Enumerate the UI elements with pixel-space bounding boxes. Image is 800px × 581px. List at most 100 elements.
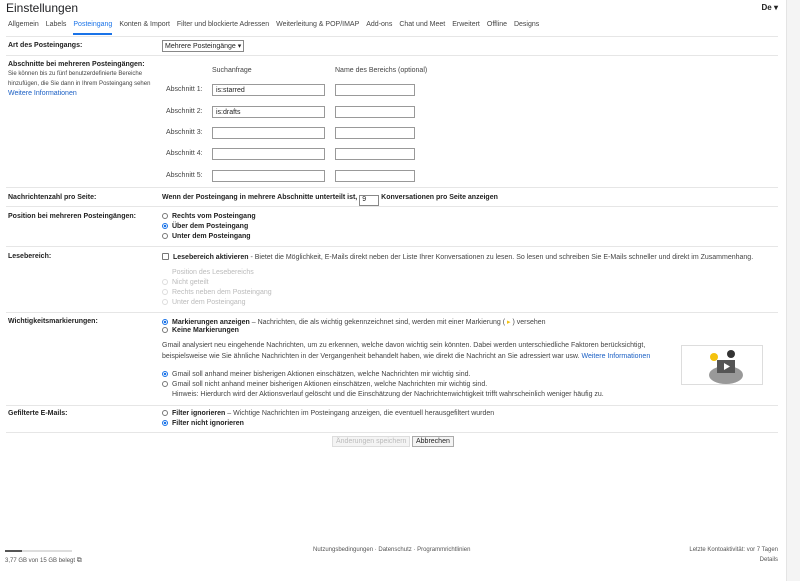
section-name-input[interactable]	[335, 170, 415, 182]
option-label: Filter ignorieren	[172, 410, 226, 417]
divider	[6, 432, 778, 433]
section-query-input[interactable]	[212, 148, 325, 160]
option-label: Gmail soll nicht anhand meiner bisherige…	[172, 381, 488, 388]
option-label: Filter nicht ignorieren	[172, 420, 244, 427]
option-label: Gmail soll anhand meiner bisherigen Akti…	[172, 371, 471, 378]
option-desc: ) versehen	[512, 319, 546, 326]
account-menu[interactable]: De ▾	[762, 3, 778, 12]
option-label: Nicht geteilt	[172, 279, 209, 286]
radio-icon[interactable]	[162, 371, 168, 377]
external-link-icon[interactable]: ⧉	[77, 557, 82, 564]
section-name-input[interactable]	[335, 127, 415, 139]
section-row-label: Abschnitt 1:	[166, 86, 203, 93]
option-label: Unter dem Posteingang	[172, 233, 251, 240]
radio-icon[interactable]	[162, 381, 168, 387]
tab-designs[interactable]: Designs	[514, 21, 539, 35]
importance-hint: Hinweis: Hierdurch wird der Aktionsverla…	[172, 391, 604, 398]
scrollbar[interactable]	[786, 0, 800, 581]
section-row-label: Abschnitt 4:	[166, 150, 203, 157]
settings-tabs: Allgemein Labels Posteingang Konten & Im…	[8, 21, 539, 35]
tab-chat[interactable]: Chat und Meet	[399, 21, 445, 35]
tab-allgemein[interactable]: Allgemein	[8, 21, 39, 35]
section-name-input[interactable]	[335, 84, 415, 96]
save-button[interactable]: Änderungen speichern	[332, 436, 411, 447]
radio-icon[interactable]	[162, 279, 168, 285]
reading-desc: - Bietet die Möglichkeit, E-Mails direkt…	[248, 254, 754, 261]
option-label: Unter dem Posteingang	[172, 299, 246, 306]
importance-learn-option[interactable]: Gmail soll anhand meiner bisherigen Akti…	[162, 371, 470, 378]
radio-icon[interactable]	[162, 327, 168, 333]
option-label: Keine Markierungen	[172, 327, 239, 334]
sections-desc: hinzufügen, die Sie dann in Ihrem Postei…	[8, 81, 151, 87]
page-size-row: Wenn der Posteingang in mehrere Abschnit…	[162, 194, 498, 206]
option-label: Markierungen anzeigen	[172, 319, 250, 326]
radio-icon[interactable]	[162, 289, 168, 295]
section-name-input[interactable]	[335, 106, 415, 118]
filtered-option-ignore[interactable]: Filter ignorieren – Wichtige Nachrichten…	[162, 410, 494, 417]
radio-icon[interactable]	[162, 319, 168, 325]
section-row-label: Abschnitt 3:	[166, 129, 203, 136]
tab-addons[interactable]: Add-ons	[366, 21, 392, 35]
position-option[interactable]: Unter dem Posteingang	[162, 233, 251, 240]
position-option[interactable]: Rechts vom Posteingang	[162, 213, 256, 220]
option-label: Über dem Posteingang	[172, 223, 249, 230]
checkbox-icon[interactable]	[162, 253, 169, 260]
importance-option-none[interactable]: Keine Markierungen	[162, 327, 239, 334]
section-query-input[interactable]: is:drafts	[212, 106, 325, 118]
importance-para: beispielsweise wie Sie ähnliche Nachrich…	[162, 353, 650, 360]
more-info-link[interactable]: Weitere Informationen	[581, 353, 650, 360]
reading-position-heading: Position des Lesebereichs	[172, 269, 254, 276]
radio-icon[interactable]	[162, 420, 168, 426]
importance-option-show[interactable]: Markierungen anzeigen – Nachrichten, die…	[162, 318, 546, 326]
tab-labels[interactable]: Labels	[46, 21, 67, 35]
footer-links[interactable]: Nutzungsbedingungen · Datenschutz · Prog…	[313, 547, 470, 553]
section-query-input[interactable]	[212, 127, 325, 139]
tab-konten[interactable]: Konten & Import	[119, 21, 170, 35]
position-label: Position bei mehreren Posteingängen:	[8, 213, 136, 220]
page-title: Einstellungen	[6, 1, 79, 15]
importance-nolearn-option[interactable]: Gmail soll nicht anhand meiner bisherige…	[162, 381, 487, 388]
section-row-label: Abschnitt 5:	[166, 172, 203, 179]
inbox-type-label: Art des Posteingangs:	[8, 42, 83, 49]
tab-offline[interactable]: Offline	[487, 21, 507, 35]
option-desc: – Wichtige Nachrichten im Posteingang an…	[225, 410, 495, 417]
storage-text: 3,77 GB von 15 GB belegt	[5, 558, 76, 564]
radio-icon[interactable]	[162, 223, 168, 229]
tab-posteingang[interactable]: Posteingang	[73, 21, 113, 35]
radio-icon[interactable]	[162, 213, 168, 219]
divider	[6, 36, 778, 37]
tab-weiterleitung[interactable]: Weiterleitung & POP/IMAP	[276, 21, 359, 35]
more-info-link[interactable]: Weitere Informationen	[8, 90, 77, 97]
details-link[interactable]: Details	[760, 557, 778, 563]
section-query-input[interactable]: is:starred	[212, 84, 325, 96]
option-desc: – Nachrichten, die als wichtig gekennzei…	[249, 319, 506, 326]
inbox-type-select[interactable]: Mehrere Posteingänge ▾	[162, 40, 245, 52]
sections-desc: Sie können bis zu fünf benutzerdefiniert…	[8, 71, 143, 77]
option-label: Rechts neben dem Posteingang	[172, 289, 272, 296]
radio-icon[interactable]	[162, 299, 168, 305]
tab-filter[interactable]: Filter und blockierte Adressen	[177, 21, 269, 35]
reading-option[interactable]: Nicht geteilt	[162, 279, 209, 286]
divider	[6, 187, 778, 188]
query-header: Suchanfrage	[212, 67, 252, 74]
tab-erweitert[interactable]: Erweitert	[452, 21, 480, 35]
section-name-input[interactable]	[335, 148, 415, 160]
play-video-icon	[709, 350, 743, 384]
radio-icon[interactable]	[162, 410, 168, 416]
page-size-input[interactable]: 9	[359, 195, 380, 206]
filtered-option-keep[interactable]: Filter nicht ignorieren	[162, 420, 244, 427]
name-header: Name des Bereichs (optional)	[335, 67, 428, 74]
reading-option[interactable]: Rechts neben dem Posteingang	[162, 289, 272, 296]
last-activity: Letzte Kontoaktivität: vor 7 Tagen	[689, 547, 778, 553]
section-query-input[interactable]	[212, 170, 325, 182]
section-row-label: Abschnitt 2:	[166, 108, 203, 115]
divider	[6, 312, 778, 313]
video-thumbnail[interactable]	[681, 345, 763, 385]
radio-icon[interactable]	[162, 233, 168, 239]
storage-bar-fill	[5, 550, 22, 552]
cancel-button[interactable]: Abbrechen	[412, 436, 454, 447]
reading-checkbox-row[interactable]: Lesebereich aktivieren - Bietet die Mögl…	[162, 253, 753, 261]
divider	[6, 246, 778, 247]
reading-option[interactable]: Unter dem Posteingang	[162, 299, 246, 306]
position-option[interactable]: Über dem Posteingang	[162, 223, 248, 230]
